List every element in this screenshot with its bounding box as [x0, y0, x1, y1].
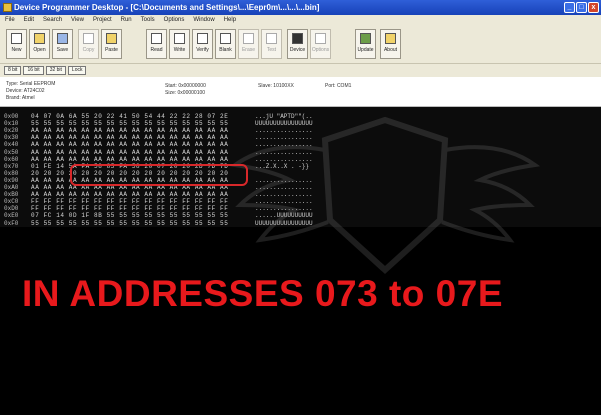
copy-button[interactable]: Copy: [78, 29, 99, 59]
info-size: Size: 0x00000100: [165, 90, 206, 96]
minimize-button[interactable]: _: [564, 2, 575, 13]
view-mode-bar: 8 bit 16 bit 32 bit Lock: [0, 64, 601, 77]
menu-bar: File Edit Search View Project Run Tools …: [0, 15, 601, 26]
test-icon: [266, 33, 277, 44]
app-icon: [3, 3, 12, 12]
blank-button-label: Blank: [219, 47, 232, 53]
menu-search[interactable]: Search: [43, 15, 62, 26]
info-type: Type: Serial EEPROM: [6, 81, 56, 87]
new-button[interactable]: New: [6, 29, 27, 59]
update-button[interactable]: Update: [355, 29, 376, 59]
copy-button-label: Copy: [82, 47, 95, 53]
winged-shield-watermark: [230, 116, 540, 275]
save-button[interactable]: Save: [52, 29, 73, 59]
view-8bit-button[interactable]: 8 bit: [4, 66, 22, 75]
view-32bit-button[interactable]: 32 bit: [45, 66, 66, 75]
open-button[interactable]: Open: [29, 29, 50, 59]
copy-icon: [83, 33, 94, 44]
blank-button[interactable]: Blank: [215, 29, 236, 59]
verify-button-label: Verify: [196, 47, 209, 53]
info-brand: Brand: Atmel: [6, 95, 35, 101]
options-button-label: Options: [311, 47, 330, 53]
menu-view[interactable]: View: [71, 15, 84, 26]
device-button-label: Device: [289, 47, 306, 53]
update-button-label: Update: [357, 47, 374, 53]
erase-button[interactable]: Erase: [238, 29, 259, 59]
menu-file[interactable]: File: [5, 15, 15, 26]
menu-help[interactable]: Help: [224, 15, 236, 26]
write-chip-icon: [174, 33, 185, 44]
verify-button[interactable]: Verify: [192, 29, 213, 59]
menu-window[interactable]: Window: [193, 15, 214, 26]
window-titlebar: Device Programmer Desktop - [C:\Document…: [0, 0, 601, 15]
window-controls: _ □ x: [564, 2, 599, 13]
paste-button-label: Paste: [105, 47, 118, 53]
about-button-label: About: [383, 47, 398, 53]
options-icon: [315, 33, 326, 44]
new-file-icon: [11, 33, 22, 44]
paste-button[interactable]: Paste: [101, 29, 122, 59]
save-icon: [57, 33, 68, 44]
write-button-label: Write: [173, 47, 186, 53]
menu-edit[interactable]: Edit: [24, 15, 34, 26]
menu-project[interactable]: Project: [93, 15, 112, 26]
lock-button[interactable]: Lock: [67, 66, 87, 75]
info-slave: Slave: 10100XX: [258, 83, 294, 89]
device-icon: [292, 33, 303, 44]
caption-text: IN ADDRESSES 073 to 07E: [22, 273, 504, 314]
hex-row-bytes[interactable]: 55 55 55 55 55 55 55 55 55 55 55 55 55 5…: [31, 220, 228, 228]
erase-button-label: Erase: [241, 47, 256, 53]
menu-tools[interactable]: Tools: [141, 15, 155, 26]
maximize-button[interactable]: □: [576, 2, 587, 13]
read-button-label: Read: [150, 47, 163, 53]
read-chip-icon: [151, 33, 162, 44]
window-title: Device Programmer Desktop - [C:\Document…: [14, 3, 320, 12]
write-button[interactable]: Write: [169, 29, 190, 59]
about-button[interactable]: About: [380, 29, 401, 59]
about-icon: [385, 33, 396, 44]
blank-check-icon: [220, 33, 231, 44]
new-button-label: New: [11, 47, 22, 53]
erase-icon: [243, 33, 254, 44]
view-16bit-button[interactable]: 16 bit: [23, 66, 44, 75]
options-button[interactable]: Options: [310, 29, 331, 59]
device-info-panel: Type: Serial EEPROM Device: AT24C02 Bran…: [0, 77, 601, 107]
read-button[interactable]: Read: [146, 29, 167, 59]
info-start: Start: 0x00000000: [165, 83, 206, 89]
info-port: Port: COM1: [325, 83, 352, 89]
verify-icon: [197, 33, 208, 44]
menu-run[interactable]: Run: [121, 15, 132, 26]
test-button[interactable]: Test: [261, 29, 282, 59]
open-folder-icon: [34, 33, 45, 44]
toolbar: New Open Save Copy Paste Read Write Veri…: [0, 26, 601, 64]
hex-row-address: 0xF0: [4, 219, 19, 227]
highlight-box: [70, 164, 248, 186]
menu-options[interactable]: Options: [164, 15, 185, 26]
save-button-label: Save: [56, 47, 69, 53]
update-icon: [360, 33, 371, 44]
open-button-label: Open: [33, 47, 46, 53]
close-button[interactable]: x: [588, 2, 599, 13]
test-button-label: Test: [266, 47, 277, 53]
info-device: Device: AT24C02: [6, 88, 45, 94]
device-button[interactable]: Device: [287, 29, 308, 59]
paste-icon: [106, 33, 117, 44]
